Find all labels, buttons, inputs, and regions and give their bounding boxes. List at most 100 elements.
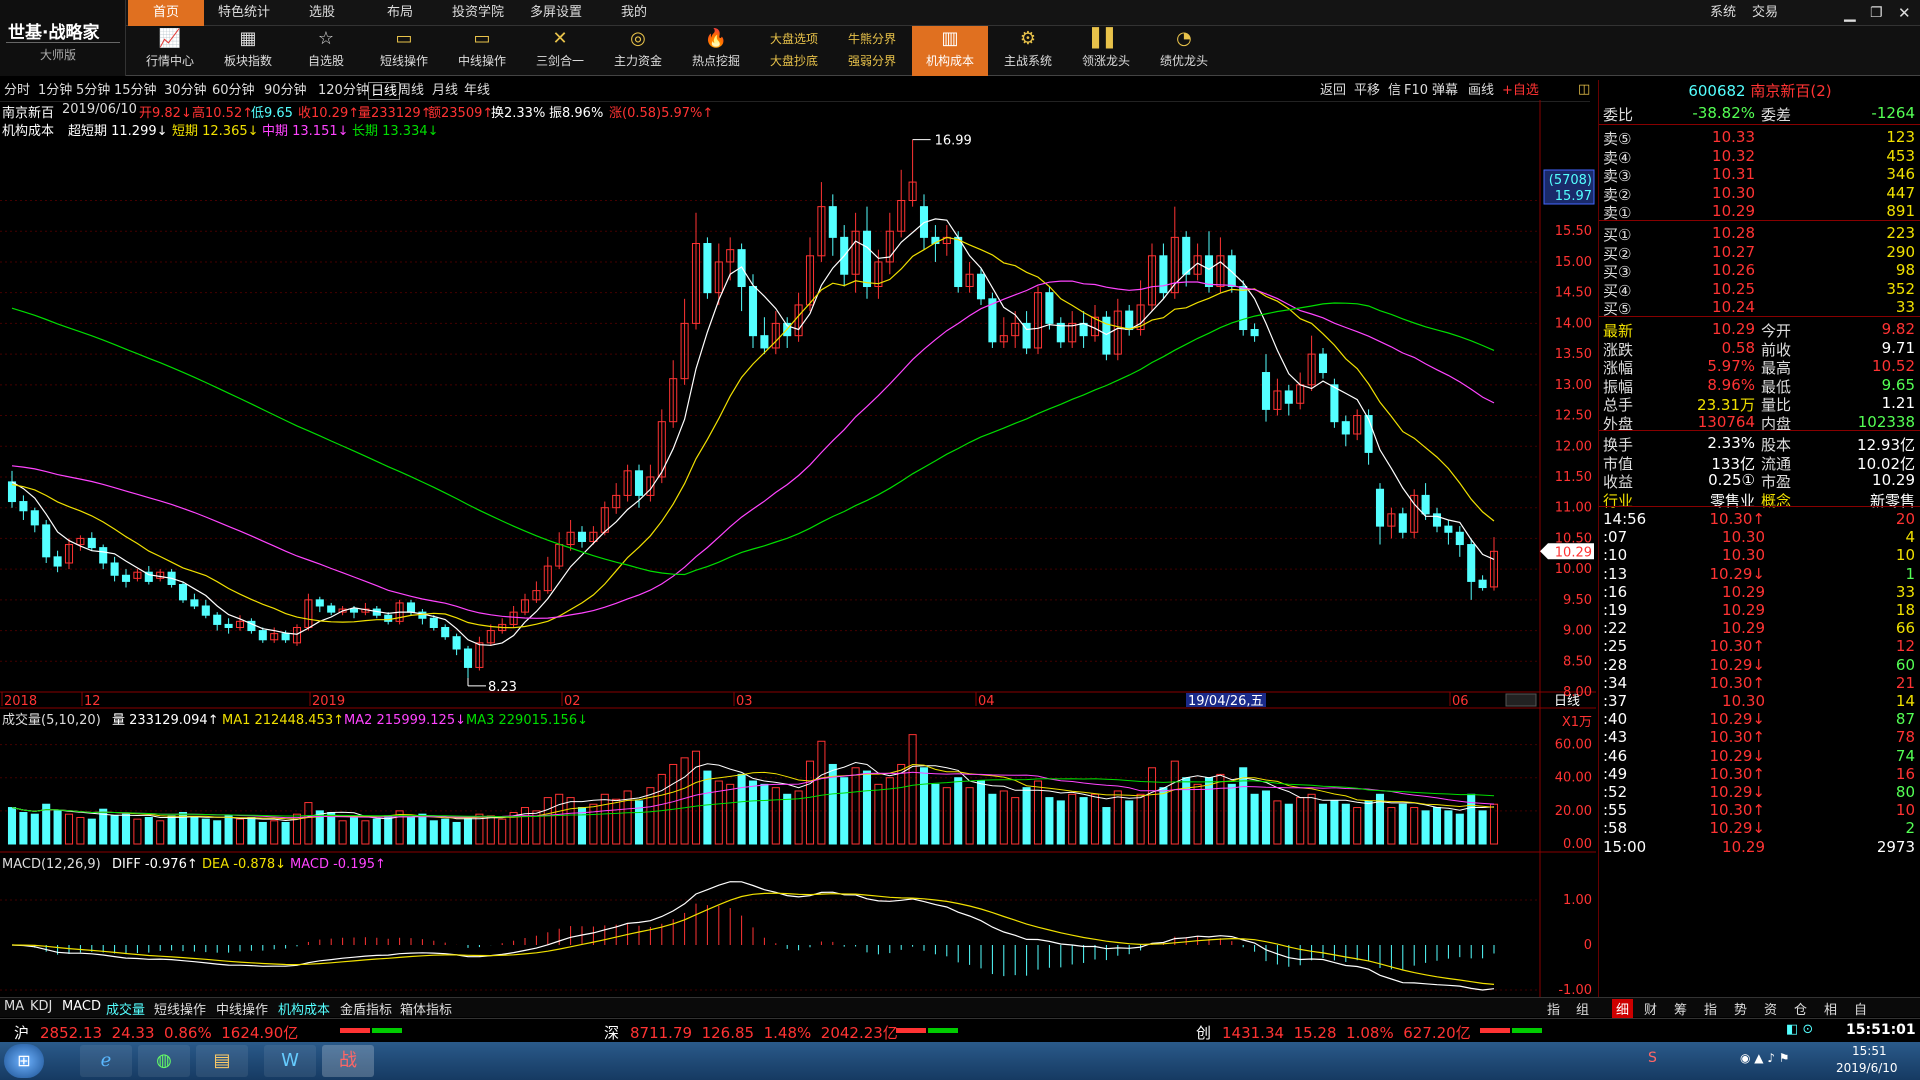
candle[interactable] [87, 532, 96, 551]
candle[interactable] [999, 317, 1008, 348]
period-right-3[interactable]: F10 [1404, 82, 1428, 100]
period-3[interactable]: 15分钟 [114, 82, 157, 100]
candle[interactable] [1318, 347, 1328, 379]
panel-tab-10[interactable]: 自 [1850, 999, 1871, 1018]
candle[interactable] [555, 532, 564, 570]
candle[interactable] [965, 261, 974, 293]
candle[interactable] [885, 212, 894, 275]
candle[interactable] [76, 535, 85, 551]
chart-area[interactable]: 16.998.2316.0015.5015.0014.5014.0013.501… [0, 100, 1596, 998]
candle[interactable] [463, 645, 473, 678]
candle[interactable] [304, 593, 313, 631]
panel-tab-7[interactable]: 资 [1760, 999, 1781, 1018]
menu-tab-4[interactable]: 投资学院 [440, 0, 516, 26]
period-5[interactable]: 60分钟 [212, 82, 255, 100]
candle[interactable] [1341, 415, 1350, 447]
period-right-2[interactable]: 信 [1388, 82, 1401, 100]
candle[interactable] [691, 212, 701, 330]
candle[interactable] [1159, 243, 1168, 299]
candle[interactable] [874, 249, 883, 299]
folder-icon[interactable]: ▤ [196, 1045, 248, 1077]
candle[interactable] [42, 519, 51, 563]
candle[interactable] [1033, 286, 1043, 355]
menu-trade[interactable]: 交易 [1752, 0, 1778, 26]
candle[interactable] [680, 298, 689, 385]
panel-tab-5[interactable]: 指 [1700, 999, 1721, 1018]
tray-s-icon[interactable]: S [1648, 1050, 1657, 1066]
period-right-1[interactable]: 平移 [1354, 82, 1380, 100]
panel-tab-1[interactable]: 组 [1572, 999, 1593, 1018]
candle[interactable] [1273, 378, 1282, 416]
candle[interactable] [1102, 311, 1111, 361]
panel-tab-4[interactable]: 筹 [1670, 999, 1691, 1018]
candle[interactable] [760, 317, 769, 355]
candle[interactable] [862, 206, 872, 299]
candle[interactable] [1455, 526, 1464, 557]
candle[interactable] [1182, 231, 1191, 287]
candle[interactable] [224, 618, 233, 634]
candle[interactable] [520, 593, 530, 616]
toolbar-7[interactable]: 🔥 热点挖掘 [678, 26, 754, 76]
candle[interactable] [577, 526, 587, 548]
menu-tab-1[interactable]: 特色统计 [206, 0, 282, 26]
period-2[interactable]: 5分钟 [76, 82, 110, 100]
candle[interactable] [623, 464, 632, 502]
candle[interactable] [64, 538, 74, 570]
candle[interactable] [1147, 243, 1157, 312]
menu-system[interactable]: 系统 [1710, 0, 1736, 26]
candle[interactable] [1432, 507, 1442, 533]
period-7[interactable]: 120分钟 [318, 82, 369, 100]
candle[interactable] [737, 243, 746, 312]
panel-tab-0[interactable]: 指 [1543, 999, 1564, 1018]
period-4[interactable]: 30分钟 [164, 82, 207, 100]
period-right-6[interactable]: +自选 [1502, 82, 1539, 100]
candle[interactable] [99, 544, 108, 570]
candle[interactable] [794, 292, 803, 342]
indicator-tab-7[interactable]: 金盾指标 [340, 999, 392, 1018]
period-10[interactable]: 月线 [432, 82, 458, 100]
menu-tab-3[interactable]: 布局 [362, 0, 438, 26]
wps-icon[interactable]: W [264, 1045, 316, 1077]
candle[interactable] [475, 636, 484, 671]
start-button[interactable]: ⊞ [4, 1044, 44, 1078]
candle[interactable] [634, 464, 644, 508]
menu-tab-5[interactable]: 多屏设置 [518, 0, 594, 26]
candle[interactable] [1444, 519, 1453, 545]
candle[interactable] [110, 556, 119, 582]
period-0[interactable]: 分时 [4, 82, 30, 100]
candle[interactable] [1125, 304, 1134, 336]
menu-tab-0[interactable]: 首页 [128, 0, 204, 26]
toolbar-10[interactable]: ▥ 机构成本 [912, 26, 988, 76]
candle[interactable] [1022, 311, 1031, 355]
candle[interactable] [771, 311, 780, 355]
candle[interactable] [1011, 311, 1020, 348]
panel-tab-2[interactable]: 细 [1612, 999, 1634, 1018]
candle[interactable] [201, 599, 210, 619]
app-taskbar-icon[interactable]: 战 [322, 1045, 374, 1077]
indicator-tab-4[interactable]: 短线操作 [154, 999, 206, 1018]
candle[interactable] [315, 596, 324, 613]
candle[interactable] [247, 618, 256, 634]
toolbar-0[interactable]: 📈 行情中心 [132, 26, 208, 76]
candle[interactable] [543, 556, 552, 594]
indicator-tab-5[interactable]: 中线操作 [216, 999, 268, 1018]
candle[interactable] [1375, 483, 1385, 545]
toolbar-11[interactable]: ⚙ 主战系统 [990, 26, 1066, 76]
indicator-tab-1[interactable]: KDJ [30, 999, 52, 1014]
toolbar-2[interactable]: ☆ 自选股 [288, 26, 364, 76]
candle[interactable] [897, 169, 906, 238]
toolbar-1[interactable]: ▦ 板块指数 [210, 26, 286, 76]
indicator-tab-0[interactable]: MA [4, 999, 24, 1014]
indicator-tab-6[interactable]: 机构成本 [278, 999, 330, 1018]
period-6[interactable]: 90分钟 [264, 82, 307, 100]
toolbar-6[interactable]: ◎ 主力资金 [600, 26, 676, 76]
candle[interactable] [1410, 489, 1419, 539]
menu-tab-2[interactable]: 选股 [284, 0, 360, 26]
indicator-tab-2[interactable]: MACD [62, 999, 101, 1014]
candle[interactable] [1045, 286, 1054, 330]
toolbar-4[interactable]: ▭ 中线操作 [444, 26, 520, 76]
candle[interactable] [1467, 538, 1476, 600]
candle[interactable] [817, 182, 826, 262]
candle[interactable] [1307, 335, 1316, 391]
period-11[interactable]: 年线 [464, 82, 490, 100]
